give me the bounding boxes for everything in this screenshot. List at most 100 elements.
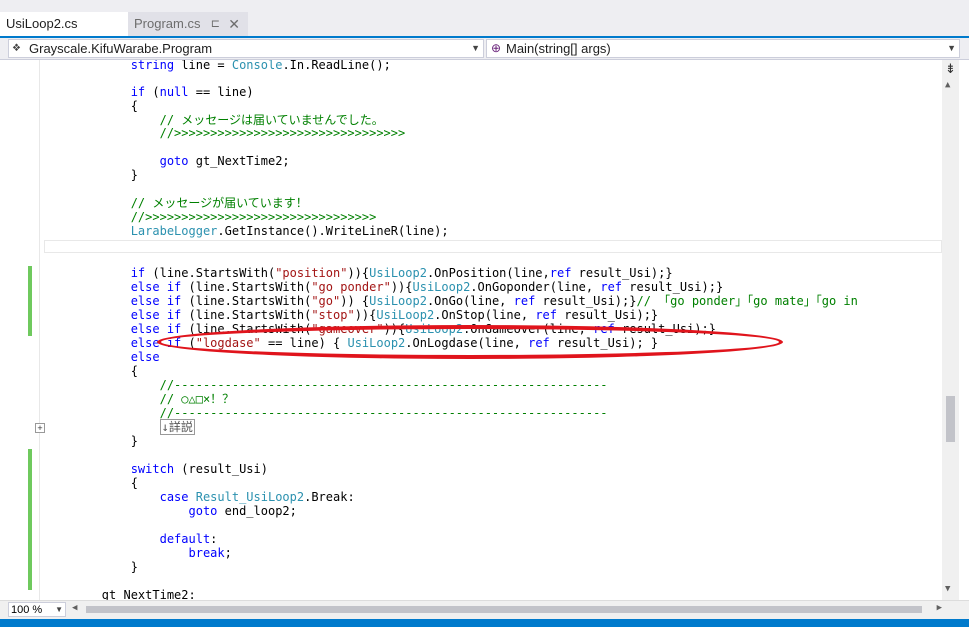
code-token: (line.StartsWith( <box>145 266 276 280</box>
code-token: else if <box>130 280 182 294</box>
code-token: .OnGo(line, <box>426 294 514 308</box>
method-icon: ⊕ <box>491 41 502 55</box>
code-token: : <box>210 532 218 546</box>
tab-program[interactable]: Program.cs ⊏ ✕ <box>128 12 248 36</box>
code-token: // メッセージが届いています！ <box>130 196 308 210</box>
code-token: //--------------------------------------… <box>159 406 608 420</box>
red-annotation-ellipse <box>157 325 783 359</box>
code-token: { <box>44 476 138 490</box>
horizontal-scrollbar[interactable]: ◀ ▶ <box>72 603 942 616</box>
scroll-thumb[interactable] <box>946 396 955 442</box>
code-line: case Result_UsiLoop2.Break: <box>44 490 355 504</box>
code-token: "go ponder" <box>311 280 391 294</box>
scroll-left-icon[interactable]: ◀ <box>72 603 77 613</box>
code-token: Console <box>231 60 283 72</box>
close-icon[interactable]: ✕ <box>228 12 240 36</box>
code-token: result_Usi);} <box>622 280 724 294</box>
right-edge <box>959 60 969 600</box>
code-token: } <box>44 560 138 574</box>
code-line: //--------------------------------------… <box>44 406 608 420</box>
code-line: gt_NextTime2: <box>44 588 196 600</box>
code-line: // メッセージが届いています！ <box>44 196 308 210</box>
chevron-down-icon[interactable]: ▼ <box>471 40 480 57</box>
code-line: // ○△□×！？ <box>44 392 235 406</box>
code-token: .In.ReadLine(); <box>282 60 391 72</box>
status-bar <box>0 619 969 627</box>
code-line: if (null == line) <box>44 85 254 99</box>
code-token: LarabeLogger <box>130 224 218 238</box>
code-line: } <box>44 168 138 182</box>
code-token: )) <box>354 308 370 322</box>
code-token: // メッセージは届いていませんでした。 <box>159 113 384 127</box>
navigation-bar: ❖ Grayscale.KifuWarabe.Program ▼ ⊕ Main(… <box>0 38 969 60</box>
tab-label: UsiLoop2.cs <box>6 16 78 31</box>
code-token: "position" <box>275 266 348 280</box>
code-line: if (line.StartsWith("position")){UsiLoop… <box>44 266 673 280</box>
code-line: string line = Console.In.ReadLine(); <box>44 60 391 72</box>
code-token: .GetInstance().WriteLineR(line); <box>217 224 449 238</box>
code-token: break <box>188 546 225 560</box>
split-window-icon[interactable]: ⇟ <box>945 61 956 77</box>
chevron-down-icon[interactable]: ▼ <box>947 40 956 57</box>
zoom-level: 100 % <box>11 604 43 616</box>
scroll-up-icon[interactable]: ▲ <box>945 80 950 90</box>
namespace-icon: ❖ <box>12 43 21 54</box>
member-name: Main(string[] args) <box>506 41 611 56</box>
code-token: UsiLoop2 <box>412 280 471 294</box>
code-token: // 「go ponder」「go mate」「go in <box>636 294 858 308</box>
code-line: { <box>44 476 138 490</box>
code-token: )) <box>390 280 406 294</box>
code-token: null <box>159 85 189 99</box>
code-token: else <box>130 350 160 364</box>
code-token: end_loop2; <box>217 504 297 518</box>
code-token: "stop" <box>311 308 355 322</box>
tab-usiloop2[interactable]: UsiLoop2.cs <box>0 12 128 36</box>
vertical-scrollbar[interactable]: ▲ ▼ <box>942 60 959 600</box>
chevron-down-icon[interactable]: ▼ <box>55 603 63 617</box>
member-dropdown[interactable]: ⊕ Main(string[] args) ▼ <box>486 39 960 58</box>
code-token: Result_UsiLoop2 <box>195 490 305 504</box>
code-line: } <box>44 434 138 448</box>
zoom-dropdown[interactable]: 100 % ▼ <box>8 602 66 617</box>
code-token: .OnStop(line, <box>434 308 536 322</box>
code-token: UsiLoop2 <box>376 308 435 322</box>
pin-icon[interactable]: ⊏ <box>211 12 220 36</box>
code-token: goto <box>159 154 189 168</box>
scroll-right-icon[interactable]: ▶ <box>937 603 942 613</box>
scroll-down-icon[interactable]: ▼ <box>945 584 950 594</box>
code-token: else if <box>130 294 182 308</box>
code-line: goto gt_NextTime2; <box>44 154 290 168</box>
code-line: // メッセージは届いていませんでした。 <box>44 113 384 127</box>
code-token: ref <box>535 308 558 322</box>
code-token: ref <box>600 280 623 294</box>
scroll-thumb[interactable] <box>86 606 922 613</box>
code-token: )) { <box>340 294 370 308</box>
code-token: .Break: <box>304 490 355 504</box>
code-token: else if <box>130 308 182 322</box>
margin-divider <box>39 60 40 600</box>
collapsed-region-label[interactable]: ↓詳説 <box>159 419 195 435</box>
code-line: else <box>44 350 160 364</box>
code-line: break; <box>44 546 232 560</box>
code-line: } <box>44 560 138 574</box>
code-token: == line) <box>188 85 254 99</box>
code-token: if <box>130 266 146 280</box>
code-line: //--------------------------------------… <box>44 378 608 392</box>
project-dropdown[interactable]: ❖ Grayscale.KifuWarabe.Program ▼ <box>8 39 484 58</box>
code-token: UsiLoop2 <box>369 266 427 280</box>
